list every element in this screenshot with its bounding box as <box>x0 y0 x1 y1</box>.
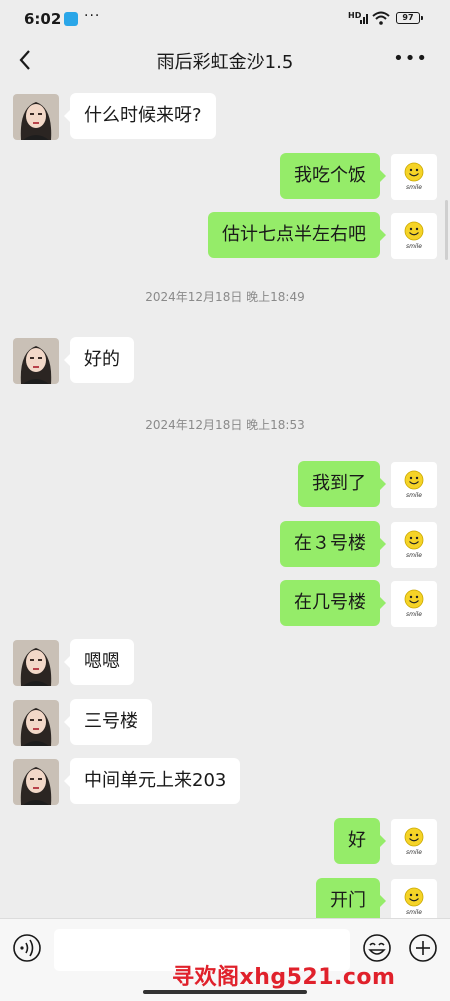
chat-title: 雨后彩虹金沙1.5 <box>156 52 294 73</box>
sent-message: smile 估计七点半左右吧 <box>0 211 450 259</box>
my-avatar[interactable]: smile <box>391 213 437 259</box>
avatar-smile-text: smile <box>406 552 422 559</box>
input-bar: 寻欢阁xhg521.com <box>0 918 450 1001</box>
message-bubble[interactable]: 嗯嗯 <box>64 639 134 685</box>
message-list[interactable]: 什么时候来呀? smile 我吃个饭 smile 估计七点半左右吧 2024年12月18日… <box>0 80 450 918</box>
home-indicator <box>143 990 307 994</box>
voice-input-icon[interactable] <box>12 933 42 963</box>
scrollbar[interactable] <box>445 200 448 260</box>
timestamp: 2024年12月18日 晚上18:53 <box>145 418 305 432</box>
chat-header: 雨后彩虹金沙1.5 ••• <box>0 40 450 80</box>
received-message: 中间单元上来203 <box>0 757 450 805</box>
battery-indicator: 97 <box>396 12 423 24</box>
message-bubble[interactable]: 我吃个饭 <box>280 153 386 199</box>
message-bubble[interactable]: 中间单元上来203 <box>63 758 241 804</box>
avatar-smile-text: smile <box>406 184 422 191</box>
app-notification-icon <box>64 12 78 26</box>
message-bubble[interactable]: 开门 <box>316 878 386 918</box>
message-bubble[interactable]: 好 <box>334 818 386 864</box>
avatar-smile-text: smile <box>406 849 422 856</box>
sent-message: smile 在几号楼 <box>0 579 450 627</box>
my-avatar[interactable]: smile <box>391 462 437 508</box>
more-options-icon[interactable]: ••• <box>393 48 428 69</box>
wifi-icon <box>372 11 390 25</box>
my-avatar[interactable]: smile <box>391 581 437 627</box>
plus-icon[interactable] <box>408 933 438 963</box>
received-message: 什么时候来呀? <box>0 92 450 140</box>
my-avatar[interactable]: smile <box>391 879 437 918</box>
timestamp: 2024年12月18日 晚上18:49 <box>145 290 305 304</box>
sent-message: smile 开门 <box>0 877 450 918</box>
avatar-smile-text: smile <box>406 909 422 916</box>
message-bubble[interactable]: 在３号楼 <box>280 521 386 567</box>
status-time: 6:02 <box>24 10 62 28</box>
avatar-smile-text: smile <box>406 243 422 250</box>
signal-icon <box>360 14 368 24</box>
my-avatar[interactable]: smile <box>391 154 437 200</box>
message-bubble[interactable]: 在几号楼 <box>280 580 386 626</box>
message-bubble[interactable]: 我到了 <box>298 461 386 507</box>
received-message: 好的 <box>0 336 450 384</box>
contact-avatar[interactable] <box>13 94 59 140</box>
avatar-smile-text: smile <box>406 492 422 499</box>
received-message: 三号楼 <box>0 698 450 746</box>
sent-message: smile 我到了 <box>0 460 450 508</box>
watermark: 寻欢阁xhg521.com <box>172 965 396 990</box>
my-avatar[interactable]: smile <box>391 819 437 865</box>
message-bubble[interactable]: 好的 <box>64 337 134 383</box>
sent-message: smile 好 <box>0 817 450 865</box>
contact-avatar[interactable] <box>13 640 59 686</box>
more-notifications-icon: ··· <box>84 8 101 24</box>
avatar-smile-text: smile <box>406 611 422 618</box>
contact-avatar[interactable] <box>13 759 59 805</box>
my-avatar[interactable]: smile <box>391 522 437 568</box>
contact-avatar[interactable] <box>13 700 59 746</box>
message-bubble[interactable]: 什么时候来呀? <box>64 93 216 139</box>
message-bubble[interactable]: 估计七点半左右吧 <box>208 212 386 258</box>
received-message: 嗯嗯 <box>0 638 450 686</box>
status-bar: 6:02 ··· HD 97 <box>0 0 450 40</box>
sent-message: smile 我吃个饭 <box>0 152 450 200</box>
sent-message: smile 在３号楼 <box>0 520 450 568</box>
contact-avatar[interactable] <box>13 338 59 384</box>
message-bubble[interactable]: 三号楼 <box>64 699 152 745</box>
